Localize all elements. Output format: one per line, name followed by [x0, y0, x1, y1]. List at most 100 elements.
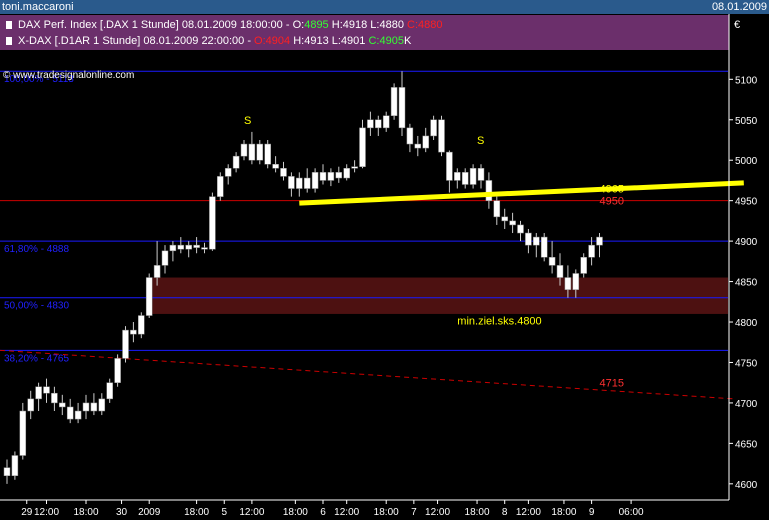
candle-body [382, 115, 390, 129]
candle-body [19, 410, 27, 456]
candle-body [145, 277, 153, 316]
candle-body [335, 172, 343, 179]
candle-body [596, 236, 603, 246]
annotation-label: S [477, 135, 484, 147]
candle-body [122, 329, 129, 359]
candle-body [493, 200, 501, 218]
candle-body [390, 87, 398, 116]
candle-body [43, 386, 50, 394]
candle-body [588, 244, 595, 258]
y-tick-label: 4950 [735, 197, 758, 208]
candle-body [106, 382, 113, 400]
candle-body [548, 257, 556, 266]
candle-body [469, 168, 477, 185]
candle-body [82, 402, 90, 412]
candle-body [296, 177, 303, 189]
candle-body [438, 119, 445, 153]
candle-body [461, 172, 469, 185]
candle-body [185, 244, 192, 250]
x-tick-label: 29 [21, 507, 33, 518]
candle-body [256, 143, 264, 161]
candle-body [572, 273, 580, 290]
x-tick-label: 18:00 [551, 507, 576, 518]
candle-body [74, 410, 82, 420]
x-tick-label: 12:00 [425, 507, 450, 518]
candle-body [422, 135, 429, 149]
fib-level-label: 50,00% - 4830 [4, 301, 69, 312]
x-tick-label: 6 [320, 507, 326, 518]
candle-body [153, 265, 161, 278]
candle-body [398, 87, 406, 129]
candle-body [240, 143, 248, 157]
x-tick-label: 30 [116, 507, 128, 518]
x-tick-label: 8 [502, 507, 508, 518]
candle-body [319, 172, 327, 181]
x-tick-label: 12:00 [516, 507, 541, 518]
candle-body [272, 164, 279, 169]
candle-body [138, 315, 145, 335]
candle-body [51, 392, 58, 404]
candle-body [130, 329, 137, 335]
x-tick-label: 18:00 [73, 507, 98, 518]
candle-body [66, 406, 74, 420]
currency-label: € [734, 19, 740, 31]
candle-body [540, 236, 548, 258]
x-tick-label: 18:00 [283, 507, 308, 518]
candle-body [114, 358, 121, 383]
candle-body [556, 265, 564, 278]
candle-body [485, 180, 493, 201]
candle-body [27, 398, 34, 412]
candle-body [3, 467, 11, 476]
candle-body [525, 232, 532, 246]
fib-level-label: 61,80% - 4888 [4, 244, 69, 255]
candle-body [201, 247, 208, 250]
annotation-label: 4950 [600, 196, 624, 208]
candle-body [311, 172, 319, 189]
candle-body [327, 172, 335, 181]
x-tick-label: 5 [221, 507, 227, 518]
candle-body [351, 166, 358, 169]
y-tick-label: 5050 [735, 116, 758, 127]
candle-body [446, 151, 453, 181]
candle-body [359, 127, 366, 167]
candle-body [209, 196, 216, 250]
x-tick-label: 12:00 [334, 507, 359, 518]
fib-level-label: 38,20% - 4765 [4, 353, 69, 364]
candle-body [177, 244, 185, 250]
candle-body [11, 455, 19, 476]
candle-body [288, 176, 295, 189]
candle-body [169, 244, 177, 252]
candle-body [564, 277, 572, 290]
candle-body [90, 402, 98, 412]
y-tick-label: 4800 [735, 318, 758, 329]
candle-body [280, 168, 287, 177]
price-chart[interactable]: 100,00% - 511361,80% - 488850,00% - 4830… [0, 0, 769, 520]
y-tick-label: 4750 [735, 358, 758, 369]
y-tick-label: 4650 [735, 439, 758, 450]
candle-body [343, 168, 350, 179]
annotation-label: 4715 [600, 378, 624, 390]
candle-body [580, 257, 587, 274]
target-zone [148, 277, 728, 314]
y-tick-label: 4700 [735, 399, 758, 410]
x-tick-label: 2009 [138, 507, 161, 518]
candle-body [414, 143, 422, 149]
y-tick-label: 5100 [735, 75, 758, 86]
x-tick-label: 7 [411, 507, 417, 518]
x-tick-label: 9 [589, 507, 595, 518]
candle-body [232, 155, 240, 169]
candle-body [193, 244, 200, 248]
candle-body [98, 398, 106, 412]
candle-body [406, 127, 414, 145]
x-tick-label: 18:00 [374, 507, 399, 518]
candle-body [217, 176, 224, 197]
candle-body [224, 168, 232, 177]
candle-body [533, 236, 540, 246]
annotation-label: S [244, 115, 251, 127]
candle-body [248, 143, 256, 161]
candle-body [501, 216, 508, 222]
neckline [299, 180, 744, 206]
candle-body [35, 386, 42, 400]
x-tick-label: 18:00 [465, 507, 490, 518]
candle-body [367, 119, 374, 129]
